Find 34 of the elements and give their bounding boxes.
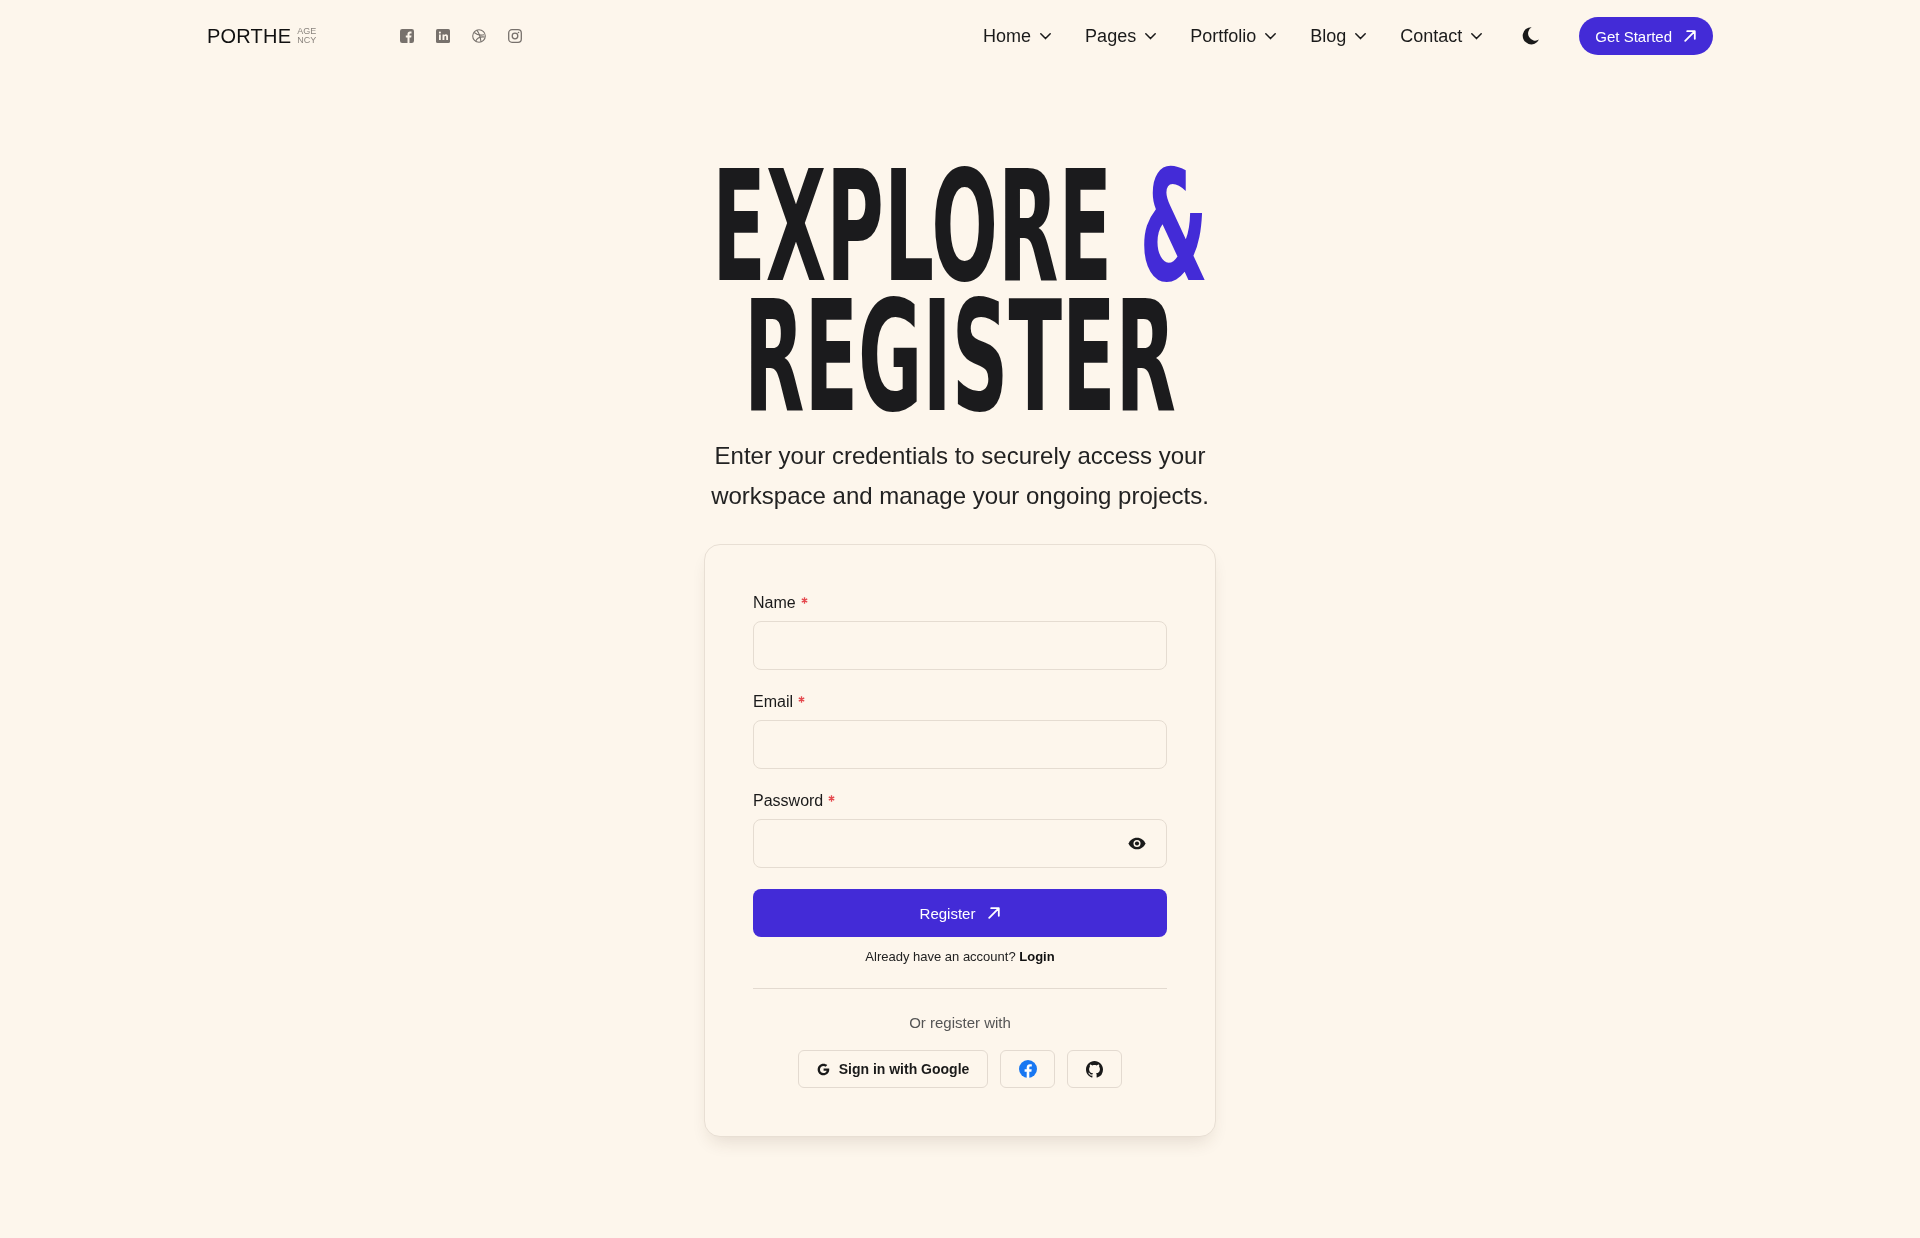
field-label: Password xyxy=(753,791,824,811)
google-icon xyxy=(816,1062,830,1076)
nav-link[interactable]: Contact xyxy=(1400,25,1483,47)
logo-tagline: AGE NCY xyxy=(297,27,317,45)
login-link[interactable]: Login xyxy=(1019,949,1055,964)
logo-wordmark[interactable]: PORTHE xyxy=(207,25,292,47)
arrow-up-right-icon xyxy=(1684,30,1696,42)
dribbble-icon[interactable] xyxy=(472,29,487,43)
eye-icon[interactable] xyxy=(1128,837,1146,850)
password-field[interactable] xyxy=(753,819,1167,868)
get-started-button[interactable]: Get Started xyxy=(1579,17,1713,55)
alt-register-text: Or register with xyxy=(908,1013,1012,1033)
register-button[interactable]: Register xyxy=(753,889,1167,937)
github-icon xyxy=(1086,1060,1104,1078)
nav-link[interactable]: Blog xyxy=(1310,25,1367,47)
facebook-icon[interactable] xyxy=(400,29,415,43)
input-field[interactable] xyxy=(753,621,1167,670)
arrow-up-right-icon xyxy=(988,907,1001,919)
linkedin-icon[interactable] xyxy=(436,29,451,43)
field-label: Name xyxy=(753,593,796,613)
nav-link[interactable]: Home xyxy=(983,25,1052,47)
github-button[interactable] xyxy=(1067,1050,1123,1088)
page-heading: EXPLORE & REGISTER xyxy=(712,162,1208,422)
google-sign-in-button[interactable]: Sign in with Google xyxy=(797,1050,989,1088)
nav-link[interactable]: Pages xyxy=(1085,25,1157,47)
instagram-icon[interactable] xyxy=(508,29,523,43)
facebook-button[interactable] xyxy=(1000,1050,1056,1088)
input-field[interactable] xyxy=(753,720,1167,769)
nav-link[interactable]: Portfolio xyxy=(1190,25,1277,47)
facebook-icon xyxy=(1018,1060,1037,1078)
moon-icon[interactable] xyxy=(1522,27,1540,45)
subtitle-text: Enter your credentials to securely access your workspace and manage your ongoing projects. xyxy=(710,441,1210,511)
field-label: Email xyxy=(753,692,793,712)
login-prompt: Already have an account? Login xyxy=(864,948,1056,966)
